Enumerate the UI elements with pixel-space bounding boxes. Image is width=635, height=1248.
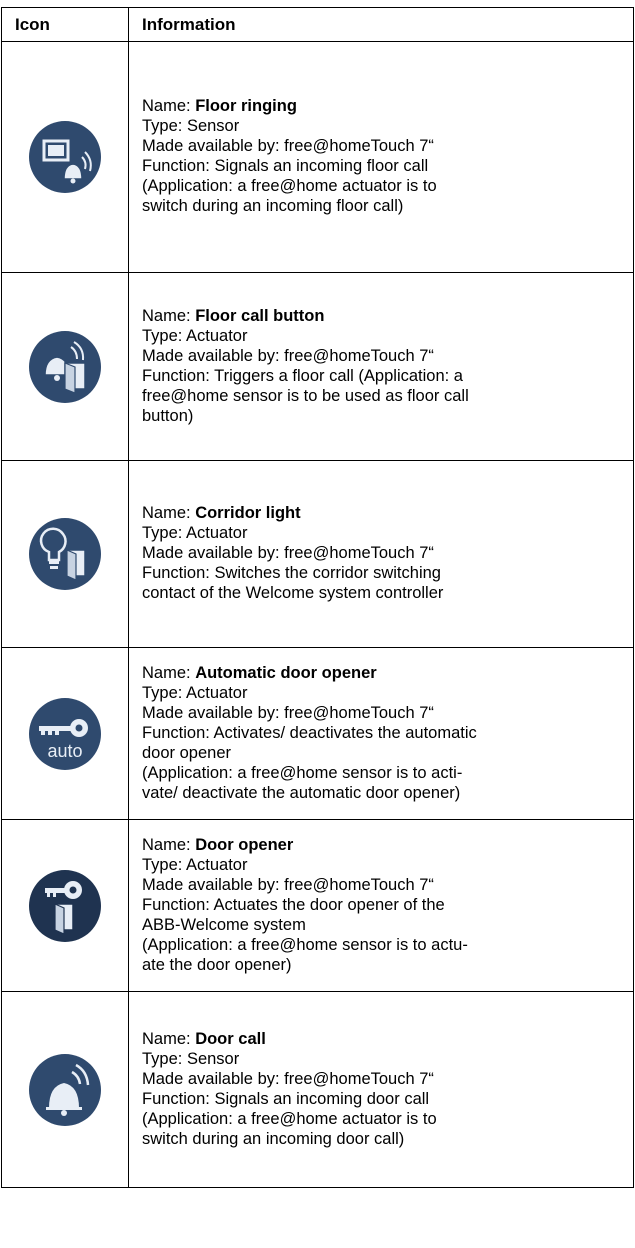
item-type: Type: Actuator (142, 524, 248, 542)
item-type: Type: Sensor (142, 117, 240, 135)
name-label: Name: (142, 97, 196, 115)
header-information: Information (128, 7, 634, 42)
icon-cell (1, 460, 129, 648)
name-label: Name: (142, 663, 196, 682)
table-row: Name: Door opener Type: Actuator Made av… (1, 819, 634, 992)
item-name: Floor ringing (195, 97, 297, 115)
icon-cell (1, 819, 129, 992)
item-function: vate/ deactivate the automatic door open… (142, 783, 461, 802)
header-icon: Icon (1, 7, 129, 42)
item-function: contact of the Welcome system controller (142, 584, 444, 602)
door-call-icon (29, 1053, 101, 1126)
item-function: button) (142, 406, 194, 425)
item-type: Type: Sensor (142, 1049, 240, 1068)
item-function: Function: Activates/ deactivates the aut… (142, 723, 477, 742)
item-function: (Application: a free@home actuator is to (142, 177, 437, 195)
item-name: Door opener (195, 835, 294, 854)
info-cell: Name: Floor ringing Type: Sensor Made av… (128, 41, 634, 273)
floor-ringing-icon (29, 121, 101, 193)
automatic-door-opener-icon: auto (29, 697, 101, 770)
table-row: Name: Floor call button Type: Actuator M… (1, 272, 634, 461)
header-row: Icon Information (1, 7, 634, 42)
item-type: Type: Actuator (142, 683, 248, 702)
item-name: Automatic door opener (195, 663, 377, 682)
item-function: switch during an incoming door call) (142, 1129, 405, 1148)
info-cell: Name: Door opener Type: Actuator Made av… (128, 819, 634, 992)
auto-label: auto (47, 741, 82, 761)
item-function: switch during an incoming floor call) (142, 197, 404, 215)
corridor-light-icon (29, 518, 101, 590)
icon-cell (1, 41, 129, 273)
item-function: door opener (142, 743, 231, 762)
info-cell: Name: Floor call button Type: Actuator M… (128, 272, 634, 461)
item-made-available: Made available by: free@homeTouch 7“ (142, 346, 434, 365)
info-cell: Name: Corridor light Type: Actuator Made… (128, 460, 634, 648)
floor-call-button-icon (29, 330, 101, 403)
item-function: Function: Switches the corridor switchin… (142, 564, 441, 582)
item-function: Function: Triggers a floor call (Applica… (142, 366, 463, 385)
info-cell: Name: Door call Type: Sensor Made availa… (128, 991, 634, 1188)
icon-cell: auto (1, 647, 129, 820)
item-function: Function: Signals an incoming floor call (142, 157, 429, 175)
item-function: ABB-Welcome system (142, 915, 306, 934)
item-name: Door call (195, 1029, 266, 1048)
item-made-available: Made available by: free@homeTouch 7“ (142, 137, 434, 155)
item-function: free@home sensor is to be used as floor … (142, 386, 469, 405)
item-made-available: Made available by: free@homeTouch 7“ (142, 544, 434, 562)
item-function: (Application: a free@home actuator is to (142, 1109, 437, 1128)
item-name: Corridor light (195, 504, 301, 522)
item-made-available: Made available by: free@homeTouch 7“ (142, 703, 434, 722)
table-row: Name: Door call Type: Sensor Made availa… (1, 991, 634, 1188)
item-function: Function: Signals an incoming door call (142, 1089, 430, 1108)
table-row: auto Name: Automatic door opener Type: A… (1, 647, 634, 820)
function-table: Icon Information Name: Floor ringing Typ… (1, 7, 634, 1188)
icon-cell (1, 991, 129, 1188)
item-function: Function: Actuates the door opener of th… (142, 895, 445, 914)
item-made-available: Made available by: free@homeTouch 7“ (142, 1069, 434, 1088)
item-function: ate the door opener) (142, 955, 292, 974)
table-row: Name: Corridor light Type: Actuator Made… (1, 460, 634, 648)
table-row: Name: Floor ringing Type: Sensor Made av… (1, 41, 634, 273)
info-cell: Name: Automatic door opener Type: Actuat… (128, 647, 634, 820)
name-label: Name: (142, 835, 196, 854)
name-label: Name: (142, 1029, 196, 1048)
item-function: (Application: a free@home sensor is to a… (142, 763, 463, 782)
item-name: Floor call button (195, 306, 325, 325)
name-label: Name: (142, 504, 196, 522)
item-type: Type: Actuator (142, 855, 248, 874)
name-label: Name: (142, 306, 196, 325)
item-function: (Application: a free@home sensor is to a… (142, 935, 468, 954)
door-opener-icon (29, 869, 101, 942)
icon-cell (1, 272, 129, 461)
item-type: Type: Actuator (142, 326, 248, 345)
item-made-available: Made available by: free@homeTouch 7“ (142, 875, 434, 894)
